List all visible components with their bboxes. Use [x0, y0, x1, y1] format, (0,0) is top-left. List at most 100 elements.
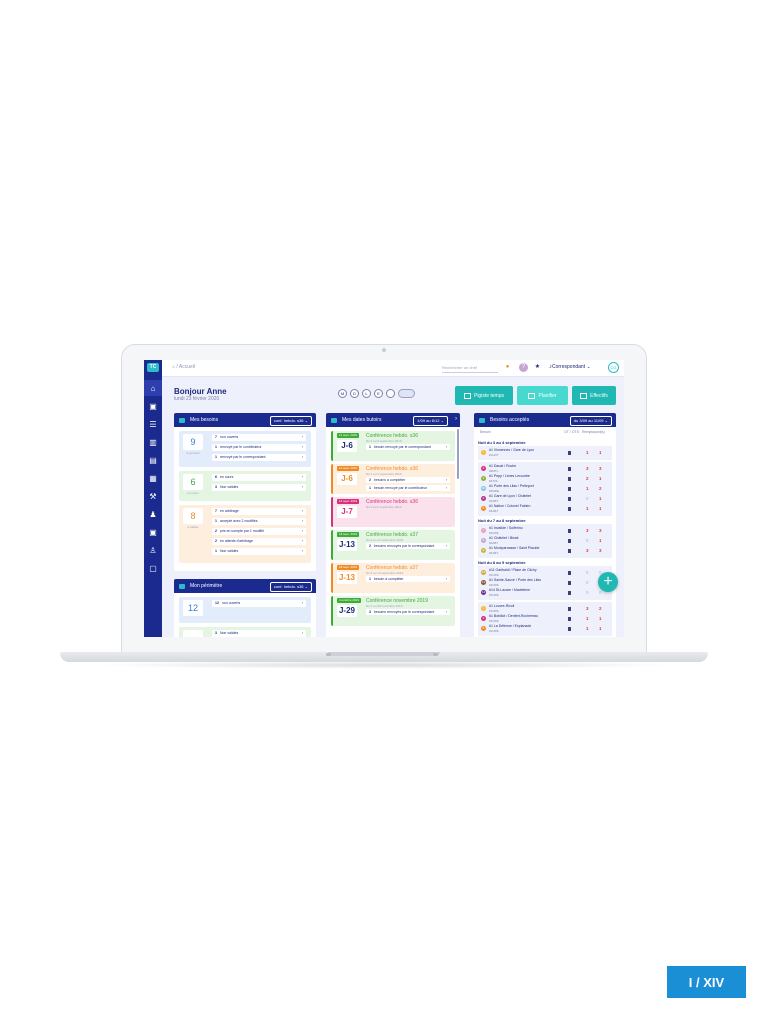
star-icon[interactable]: ★: [533, 363, 542, 372]
document-icon[interactable]: [568, 549, 571, 553]
need-row[interactable]: 7 en arbitrage ›: [212, 508, 306, 515]
deadline-row[interactable]: 2 besoins à compléter ›: [366, 477, 450, 483]
filter-chip[interactable]: D: [350, 389, 359, 398]
needs-panel: Mes besoins conf. hebdo. s36 ⌄ 9à pourvo…: [174, 413, 316, 571]
document-icon[interactable]: [568, 467, 571, 471]
need-row[interactable]: 2 pris en compte par 1 modifié ›: [212, 528, 306, 535]
document-icon[interactable]: [568, 529, 571, 533]
needs-period-select[interactable]: conf. hebdo. s36 ⌄: [269, 416, 312, 426]
filter-toggle[interactable]: [398, 389, 415, 398]
select-value: 1/09 au 6/12: [417, 418, 440, 423]
deadline-card[interactable]: 4 octobre 2019 J-29 Conférence novembre 20…: [331, 596, 455, 626]
calendar-icon[interactable]: ▦: [144, 470, 162, 486]
need-row[interactable]: 3 Non validés ›: [212, 630, 306, 637]
deadline-card[interactable]: 12 sept. 2019 J-7 Conférence hebdo. s36 Du …: [331, 497, 455, 527]
document-icon[interactable]: [568, 571, 571, 575]
document-icon[interactable]: [568, 487, 571, 491]
accepted-item[interactable]: 1 #1 Louvre-Rivoli #1OPE 3 2: [480, 604, 610, 614]
ot-count: 3: [586, 528, 589, 533]
accepted-item[interactable]: 8 #1 Châtelet / Bivaé #2ABT 0 1: [480, 536, 610, 546]
document-icon[interactable]: [568, 507, 571, 511]
metro-icon[interactable]: ▣: [144, 524, 162, 540]
deadline-row[interactable]: 2 besoins renvoyés par le correspondant ›: [366, 543, 450, 549]
accepted-item[interactable]: 5 #1 Nation / Colonel Fabien #2ABT 1 1: [480, 504, 610, 514]
need-row[interactable]: 3 Non validés ›: [212, 484, 306, 491]
document-icon[interactable]: [568, 477, 571, 481]
accepted-item[interactable]: 2 #1 Dauat / Roche #2MTL 3 3: [480, 464, 610, 474]
action-button-pigiste[interactable]: Pigiste temps: [455, 386, 513, 405]
filter-chip[interactable]: L: [362, 389, 371, 398]
deadline-row[interactable]: 1 besoin à compléter ›: [366, 576, 450, 582]
team-icon[interactable]: ♟: [144, 506, 162, 522]
document-icon[interactable]: [568, 627, 571, 631]
document-icon[interactable]: [568, 581, 571, 585]
need-row[interactable]: 7 non ouverts ›: [212, 434, 306, 441]
deadline-row[interactable]: 3 besoins renvoyés par le correspondant ›: [366, 609, 450, 615]
deadline-card[interactable]: 18 sept. 2019 J-13 Conférence hebdo. s37 Du…: [331, 563, 455, 593]
document-icon[interactable]: [568, 591, 571, 595]
need-row[interactable]: 1 renvoyé par le correspondant ›: [212, 454, 306, 461]
ot-count: 2: [586, 476, 589, 481]
document-icon[interactable]: ▢: [144, 560, 162, 576]
deadline-card[interactable]: 18 sept. 2019 J-13 Conférence hebdo. s37 Du…: [331, 530, 455, 560]
deadline-row[interactable]: 1 besoin renvoyé par le contributeur ›: [366, 485, 450, 491]
deadline-card[interactable]: 11 sept. 2019 J-6 Conférence hebdo. s36 Du …: [331, 431, 455, 461]
station-code: #1OPE: [489, 593, 499, 597]
need-row[interactable]: 1 Non validés ›: [212, 548, 306, 555]
add-button[interactable]: +: [598, 572, 618, 592]
document-icon[interactable]: [568, 607, 571, 611]
accepted-item[interactable]: 11 #1 Sainte-Sauve / Porte des Lilas #2OPE…: [480, 578, 610, 588]
need-row-count: 1: [215, 519, 217, 523]
perimeter-period-select[interactable]: conf. hebdo. s36 ⌄: [269, 582, 312, 592]
filter-chip[interactable]: E: [374, 389, 383, 398]
accepted-item[interactable]: 10 #11 Garibaldi / Place de Clichy #1OPE 0 0: [480, 568, 610, 578]
need-row[interactable]: 12 non ouverts ›: [212, 600, 306, 607]
scrollbar[interactable]: [457, 429, 459, 479]
accepted-item[interactable]: 2 #1 Bobillot / Denfert-Rochereau #1OPE 1 1: [480, 614, 610, 624]
document-icon[interactable]: [568, 539, 571, 543]
accepted-item[interactable]: 4 #1 Gare de Lyon / Châtelet #2ABT 0 1: [480, 494, 610, 504]
need-row[interactable]: 2 en attente d'arbitrage ›: [212, 538, 306, 545]
column-header: OT / OTS: [564, 430, 579, 434]
deadline-row[interactable]: 1 besoin renvoyé par le correspondant ›: [366, 444, 450, 450]
deadline-card[interactable]: 11 sept. 2019 J-6 Conférence hebdo. s36 Du …: [331, 464, 455, 494]
need-row[interactable]: 1 renvoyé par le contributeur ›: [212, 444, 306, 451]
action-label: Pigiste temps: [473, 392, 504, 399]
filter-chip-blank[interactable]: [386, 389, 395, 398]
messages-icon[interactable]: ▣: [144, 398, 162, 414]
help-icon[interactable]: ?: [519, 363, 528, 372]
chevron-right-icon: ›: [301, 475, 303, 479]
contact-icon[interactable]: ▤: [144, 452, 162, 468]
action-button-effectifs[interactable]: Effectifs: [572, 386, 616, 405]
accepted-item[interactable]: 14 #14 St-Lazare / Madeleine #1OPE 0 0: [480, 588, 610, 598]
role-selector[interactable]: Correspondant ⌄: [552, 364, 591, 370]
action-button-planifier[interactable]: Planifier: [517, 386, 568, 405]
document-icon[interactable]: [568, 497, 571, 501]
gavel-icon[interactable]: ⚒: [144, 488, 162, 504]
chevron-right-icon: ›: [301, 601, 303, 605]
accepted-item[interactable]: 7 #1 Invalide / Solférino #2OPE 3 3: [480, 526, 610, 536]
breadcrumb[interactable]: ⌂ / Accueil: [172, 364, 195, 370]
user-icon[interactable]: ♙: [144, 542, 162, 558]
agent-icon[interactable]: ●: [503, 363, 512, 372]
document-icon[interactable]: [568, 451, 571, 455]
avatar[interactable]: CG: [608, 362, 619, 373]
accepted-item[interactable]: 3 #1 Pepp / Limes Lecourbe #2TOL 2 1: [480, 474, 610, 484]
home-icon[interactable]: ⌂: [144, 380, 162, 396]
deadlines-period-select[interactable]: 1/09 au 6/12 ⌄: [413, 416, 448, 426]
document-icon[interactable]: [568, 617, 571, 621]
need-row[interactable]: 1 accepté avec 2 modifiés ›: [212, 518, 306, 525]
list-icon[interactable]: ☰: [144, 416, 162, 432]
accepted-item[interactable]: 1 #1 Vincennes / Gare de Lyon #1HOT 1 1: [480, 448, 610, 458]
accepted-item[interactable]: 3b #1 Porte des Lilas / Pelleport #2MDE 1 2: [480, 484, 610, 494]
search-input[interactable]: Rechercher un chef: [442, 364, 498, 373]
need-row[interactable]: 6 en cours ›: [212, 474, 306, 481]
chart-icon[interactable]: ▥: [144, 434, 162, 450]
chevron-right-icon[interactable]: ›: [455, 416, 457, 422]
accepted-item[interactable]: 5 #1 La Défense / Esplanade #1OPE 1 1: [480, 624, 610, 634]
station-name: #1 Pepp / Limes Lecourbe: [489, 474, 530, 478]
accepted-period-select[interactable]: du 3/09 au 11/09 ⌄: [569, 416, 612, 426]
accepted-item[interactable]: 9 #1 Montparnasse / Saint Placide #2ABT 3 3: [480, 546, 610, 556]
need-row-label: non ouverts: [221, 601, 241, 605]
filter-chip[interactable]: M: [338, 389, 347, 398]
